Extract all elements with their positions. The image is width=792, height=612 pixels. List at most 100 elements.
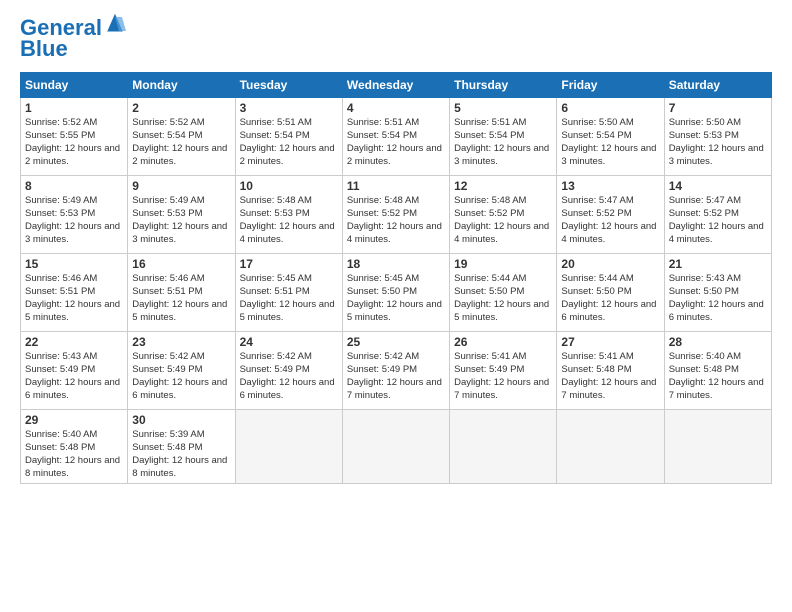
week-row-1: 8 Sunrise: 5:49 AM Sunset: 5:53 PM Dayli…: [21, 176, 772, 254]
day-info: Sunrise: 5:48 AM Sunset: 5:52 PM Dayligh…: [347, 195, 445, 246]
day-number: 22: [25, 335, 123, 349]
day-cell: 3 Sunrise: 5:51 AM Sunset: 5:54 PM Dayli…: [235, 98, 342, 176]
day-cell: 12 Sunrise: 5:48 AM Sunset: 5:52 PM Dayl…: [450, 176, 557, 254]
day-number: 21: [669, 257, 767, 271]
day-number: 11: [347, 179, 445, 193]
day-number: 8: [25, 179, 123, 193]
day-cell: 15 Sunrise: 5:46 AM Sunset: 5:51 PM Dayl…: [21, 254, 128, 332]
day-cell: 29 Sunrise: 5:40 AM Sunset: 5:48 PM Dayl…: [21, 410, 128, 484]
week-row-3: 22 Sunrise: 5:43 AM Sunset: 5:49 PM Dayl…: [21, 332, 772, 410]
day-info: Sunrise: 5:43 AM Sunset: 5:50 PM Dayligh…: [669, 273, 767, 324]
day-number: 15: [25, 257, 123, 271]
day-info: Sunrise: 5:43 AM Sunset: 5:49 PM Dayligh…: [25, 351, 123, 402]
day-cell: 5 Sunrise: 5:51 AM Sunset: 5:54 PM Dayli…: [450, 98, 557, 176]
day-cell: 1 Sunrise: 5:52 AM Sunset: 5:55 PM Dayli…: [21, 98, 128, 176]
col-header-wednesday: Wednesday: [342, 73, 449, 98]
day-number: 20: [561, 257, 659, 271]
day-info: Sunrise: 5:42 AM Sunset: 5:49 PM Dayligh…: [347, 351, 445, 402]
day-number: 9: [132, 179, 230, 193]
day-number: 2: [132, 101, 230, 115]
day-info: Sunrise: 5:51 AM Sunset: 5:54 PM Dayligh…: [240, 117, 338, 168]
day-info: Sunrise: 5:48 AM Sunset: 5:52 PM Dayligh…: [454, 195, 552, 246]
day-number: 7: [669, 101, 767, 115]
day-cell: 8 Sunrise: 5:49 AM Sunset: 5:53 PM Dayli…: [21, 176, 128, 254]
day-info: Sunrise: 5:39 AM Sunset: 5:48 PM Dayligh…: [132, 429, 230, 480]
day-cell: 24 Sunrise: 5:42 AM Sunset: 5:49 PM Dayl…: [235, 332, 342, 410]
day-info: Sunrise: 5:50 AM Sunset: 5:54 PM Dayligh…: [561, 117, 659, 168]
col-header-monday: Monday: [128, 73, 235, 98]
day-info: Sunrise: 5:51 AM Sunset: 5:54 PM Dayligh…: [347, 117, 445, 168]
week-row-2: 15 Sunrise: 5:46 AM Sunset: 5:51 PM Dayl…: [21, 254, 772, 332]
day-number: 16: [132, 257, 230, 271]
day-number: 5: [454, 101, 552, 115]
col-header-friday: Friday: [557, 73, 664, 98]
day-number: 24: [240, 335, 338, 349]
day-info: Sunrise: 5:44 AM Sunset: 5:50 PM Dayligh…: [561, 273, 659, 324]
day-cell: [450, 410, 557, 484]
day-cell: 22 Sunrise: 5:43 AM Sunset: 5:49 PM Dayl…: [21, 332, 128, 410]
day-cell: [342, 410, 449, 484]
day-info: Sunrise: 5:49 AM Sunset: 5:53 PM Dayligh…: [132, 195, 230, 246]
day-cell: 25 Sunrise: 5:42 AM Sunset: 5:49 PM Dayl…: [342, 332, 449, 410]
day-cell: 23 Sunrise: 5:42 AM Sunset: 5:49 PM Dayl…: [128, 332, 235, 410]
header-row: SundayMondayTuesdayWednesdayThursdayFrid…: [21, 73, 772, 98]
day-info: Sunrise: 5:45 AM Sunset: 5:50 PM Dayligh…: [347, 273, 445, 324]
day-info: Sunrise: 5:46 AM Sunset: 5:51 PM Dayligh…: [132, 273, 230, 324]
day-number: 18: [347, 257, 445, 271]
col-header-thursday: Thursday: [450, 73, 557, 98]
week-row-4: 29 Sunrise: 5:40 AM Sunset: 5:48 PM Dayl…: [21, 410, 772, 484]
day-cell: 11 Sunrise: 5:48 AM Sunset: 5:52 PM Dayl…: [342, 176, 449, 254]
calendar-table: SundayMondayTuesdayWednesdayThursdayFrid…: [20, 72, 772, 484]
day-info: Sunrise: 5:40 AM Sunset: 5:48 PM Dayligh…: [669, 351, 767, 402]
day-cell: 19 Sunrise: 5:44 AM Sunset: 5:50 PM Dayl…: [450, 254, 557, 332]
day-cell: 30 Sunrise: 5:39 AM Sunset: 5:48 PM Dayl…: [128, 410, 235, 484]
day-cell: [557, 410, 664, 484]
logo: General Blue: [20, 16, 126, 62]
week-row-0: 1 Sunrise: 5:52 AM Sunset: 5:55 PM Dayli…: [21, 98, 772, 176]
day-number: 17: [240, 257, 338, 271]
day-cell: 2 Sunrise: 5:52 AM Sunset: 5:54 PM Dayli…: [128, 98, 235, 176]
day-cell: 14 Sunrise: 5:47 AM Sunset: 5:52 PM Dayl…: [664, 176, 771, 254]
logo-icon: [104, 13, 126, 33]
day-number: 23: [132, 335, 230, 349]
day-cell: 28 Sunrise: 5:40 AM Sunset: 5:48 PM Dayl…: [664, 332, 771, 410]
day-info: Sunrise: 5:42 AM Sunset: 5:49 PM Dayligh…: [132, 351, 230, 402]
day-number: 29: [25, 413, 123, 427]
day-cell: 16 Sunrise: 5:46 AM Sunset: 5:51 PM Dayl…: [128, 254, 235, 332]
day-info: Sunrise: 5:52 AM Sunset: 5:54 PM Dayligh…: [132, 117, 230, 168]
day-info: Sunrise: 5:49 AM Sunset: 5:53 PM Dayligh…: [25, 195, 123, 246]
day-cell: 27 Sunrise: 5:41 AM Sunset: 5:48 PM Dayl…: [557, 332, 664, 410]
day-number: 13: [561, 179, 659, 193]
day-number: 12: [454, 179, 552, 193]
day-info: Sunrise: 5:48 AM Sunset: 5:53 PM Dayligh…: [240, 195, 338, 246]
page: General Blue SundayMondayTuesdayWednesda…: [0, 0, 792, 612]
day-cell: 20 Sunrise: 5:44 AM Sunset: 5:50 PM Dayl…: [557, 254, 664, 332]
day-number: 28: [669, 335, 767, 349]
day-info: Sunrise: 5:40 AM Sunset: 5:48 PM Dayligh…: [25, 429, 123, 480]
day-info: Sunrise: 5:47 AM Sunset: 5:52 PM Dayligh…: [669, 195, 767, 246]
day-info: Sunrise: 5:41 AM Sunset: 5:49 PM Dayligh…: [454, 351, 552, 402]
day-info: Sunrise: 5:46 AM Sunset: 5:51 PM Dayligh…: [25, 273, 123, 324]
day-info: Sunrise: 5:52 AM Sunset: 5:55 PM Dayligh…: [25, 117, 123, 168]
day-cell: 17 Sunrise: 5:45 AM Sunset: 5:51 PM Dayl…: [235, 254, 342, 332]
col-header-sunday: Sunday: [21, 73, 128, 98]
day-info: Sunrise: 5:42 AM Sunset: 5:49 PM Dayligh…: [240, 351, 338, 402]
day-number: 6: [561, 101, 659, 115]
day-info: Sunrise: 5:41 AM Sunset: 5:48 PM Dayligh…: [561, 351, 659, 402]
day-cell: 10 Sunrise: 5:48 AM Sunset: 5:53 PM Dayl…: [235, 176, 342, 254]
day-info: Sunrise: 5:51 AM Sunset: 5:54 PM Dayligh…: [454, 117, 552, 168]
day-cell: 6 Sunrise: 5:50 AM Sunset: 5:54 PM Dayli…: [557, 98, 664, 176]
day-cell: 26 Sunrise: 5:41 AM Sunset: 5:49 PM Dayl…: [450, 332, 557, 410]
day-cell: 4 Sunrise: 5:51 AM Sunset: 5:54 PM Dayli…: [342, 98, 449, 176]
day-number: 19: [454, 257, 552, 271]
day-number: 14: [669, 179, 767, 193]
day-cell: [664, 410, 771, 484]
header: General Blue: [20, 16, 772, 62]
day-number: 30: [132, 413, 230, 427]
day-number: 1: [25, 101, 123, 115]
day-number: 25: [347, 335, 445, 349]
col-header-tuesday: Tuesday: [235, 73, 342, 98]
day-cell: 13 Sunrise: 5:47 AM Sunset: 5:52 PM Dayl…: [557, 176, 664, 254]
day-cell: 7 Sunrise: 5:50 AM Sunset: 5:53 PM Dayli…: [664, 98, 771, 176]
day-cell: [235, 410, 342, 484]
